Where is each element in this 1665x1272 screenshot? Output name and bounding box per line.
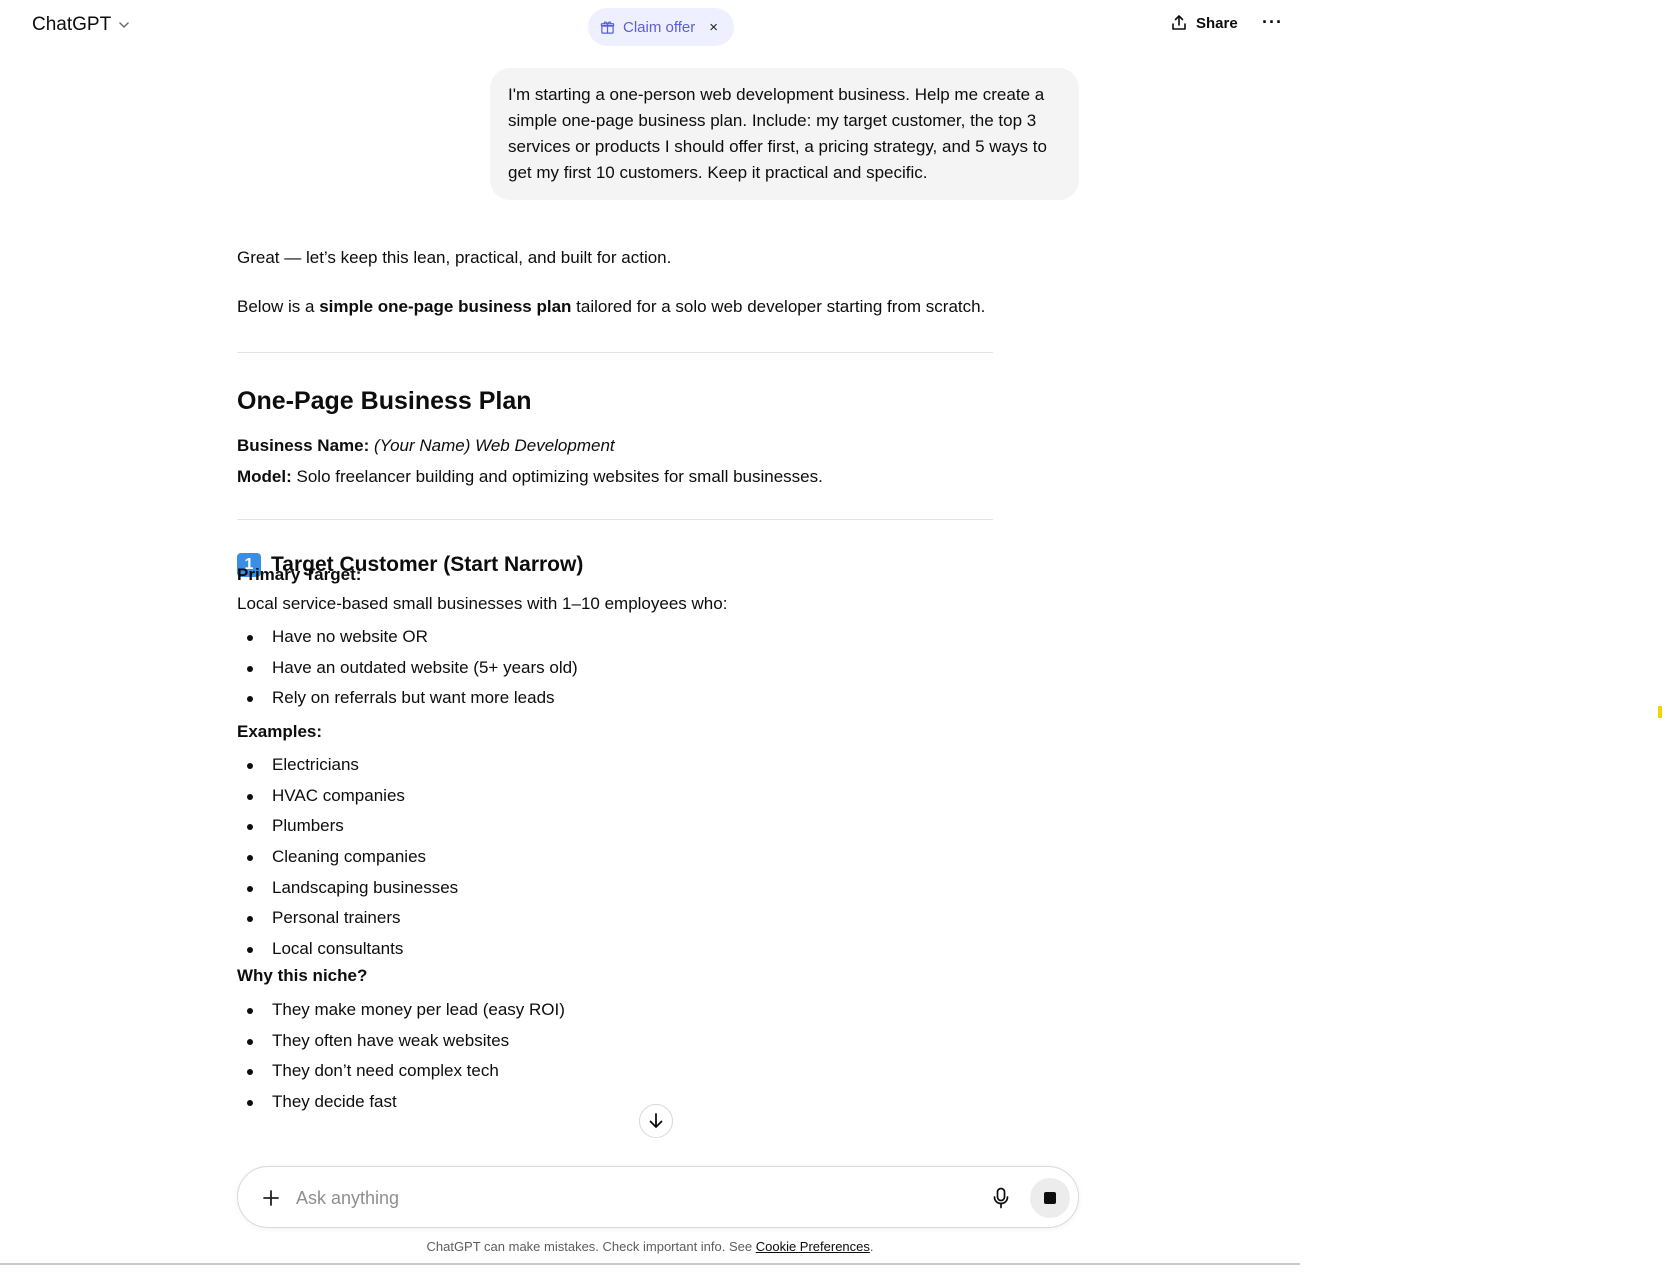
close-icon[interactable]: × bbox=[709, 19, 718, 36]
business-model-value: Solo freelancer building and optimizing … bbox=[296, 467, 823, 486]
list-item: Have no website OR bbox=[237, 624, 578, 655]
scroll-to-bottom-button[interactable] bbox=[639, 1104, 673, 1138]
cookie-preferences-link[interactable]: Cookie Preferences bbox=[756, 1239, 870, 1254]
summary-prefix: Below is a bbox=[237, 297, 320, 316]
criteria-list: Have no website OR Have an outdated webs… bbox=[237, 624, 578, 716]
model-switcher[interactable]: ChatGPT bbox=[32, 14, 131, 36]
list-item: Landscaping businesses bbox=[237, 875, 458, 906]
business-name-label: Business Name: bbox=[237, 436, 370, 455]
list-item: They decide fast bbox=[237, 1089, 565, 1120]
bottom-border bbox=[0, 1263, 1300, 1265]
plus-icon[interactable] bbox=[256, 1183, 286, 1213]
user-message-bubble: I'm starting a one-person web developmen… bbox=[490, 68, 1079, 200]
chevron-down-icon bbox=[119, 22, 129, 28]
examples-list: Electricians HVAC companies Plumbers Cle… bbox=[237, 752, 458, 967]
primary-target-desc: Local service-based small businesses wit… bbox=[237, 594, 728, 613]
summary-suffix: tailored for a solo web developer starti… bbox=[571, 297, 986, 316]
stop-generating-button[interactable] bbox=[1030, 1178, 1070, 1218]
business-model-label: Model: bbox=[237, 467, 292, 486]
disclaimer-text: ChatGPT can make mistakes. Check importa… bbox=[426, 1239, 756, 1254]
arrow-down-icon bbox=[649, 1113, 663, 1128]
plan-title: One-Page Business Plan bbox=[237, 387, 532, 415]
divider bbox=[237, 352, 993, 353]
composer bbox=[237, 1166, 1079, 1228]
list-item: They don’t need complex tech bbox=[237, 1058, 565, 1089]
more-options-button[interactable]: ··· bbox=[1262, 12, 1283, 33]
business-name-line: Business Name: (Your Name) Web Developme… bbox=[237, 433, 615, 459]
top-bar: ChatGPT Claim offer × Share ··· bbox=[0, 0, 1300, 54]
list-item: Personal trainers bbox=[237, 905, 458, 936]
why-list: They make money per lead (easy ROI) They… bbox=[237, 997, 565, 1120]
share-button[interactable]: Share bbox=[1170, 14, 1238, 32]
business-model-line: Model: Solo freelancer building and opti… bbox=[237, 464, 823, 490]
gift-icon bbox=[600, 20, 615, 34]
claim-offer-label: Claim offer bbox=[623, 18, 696, 36]
list-item: Plumbers bbox=[237, 813, 458, 844]
list-item: Cleaning companies bbox=[237, 844, 458, 875]
divider bbox=[237, 519, 993, 520]
stop-icon bbox=[1044, 1192, 1056, 1204]
examples-label: Examples: bbox=[237, 722, 323, 741]
prompt-input[interactable] bbox=[294, 1181, 894, 1215]
disclaimer-suffix: . bbox=[869, 1239, 874, 1254]
summary-bold: simple one-page business plan bbox=[319, 297, 572, 316]
model-label: ChatGPT bbox=[32, 14, 112, 35]
edge-marker bbox=[1658, 706, 1662, 718]
assistant-intro: Great — let’s keep this lean, practical,… bbox=[237, 248, 672, 267]
share-label: Share bbox=[1196, 14, 1238, 32]
list-item: They make money per lead (easy ROI) bbox=[237, 997, 565, 1028]
microphone-icon[interactable] bbox=[988, 1185, 1014, 1211]
share-icon bbox=[1172, 15, 1186, 30]
why-niche-label: Why this niche? bbox=[237, 966, 368, 985]
business-name-value: (Your Name) Web Development bbox=[374, 436, 615, 455]
list-item: Electricians bbox=[237, 752, 458, 783]
primary-target-label: Primary Target: bbox=[237, 565, 362, 584]
disclaimer: ChatGPT can make mistakes. Check importa… bbox=[0, 1239, 1300, 1254]
claim-offer-pill[interactable]: Claim offer × bbox=[588, 8, 735, 46]
list-item: HVAC companies bbox=[237, 783, 458, 814]
list-item: They often have weak websites bbox=[237, 1028, 565, 1059]
list-item: Rely on referrals but want more leads bbox=[237, 685, 578, 716]
assistant-summary: Below is a simple one-page business plan… bbox=[237, 294, 985, 320]
list-item: Have an outdated website (5+ years old) bbox=[237, 655, 578, 686]
